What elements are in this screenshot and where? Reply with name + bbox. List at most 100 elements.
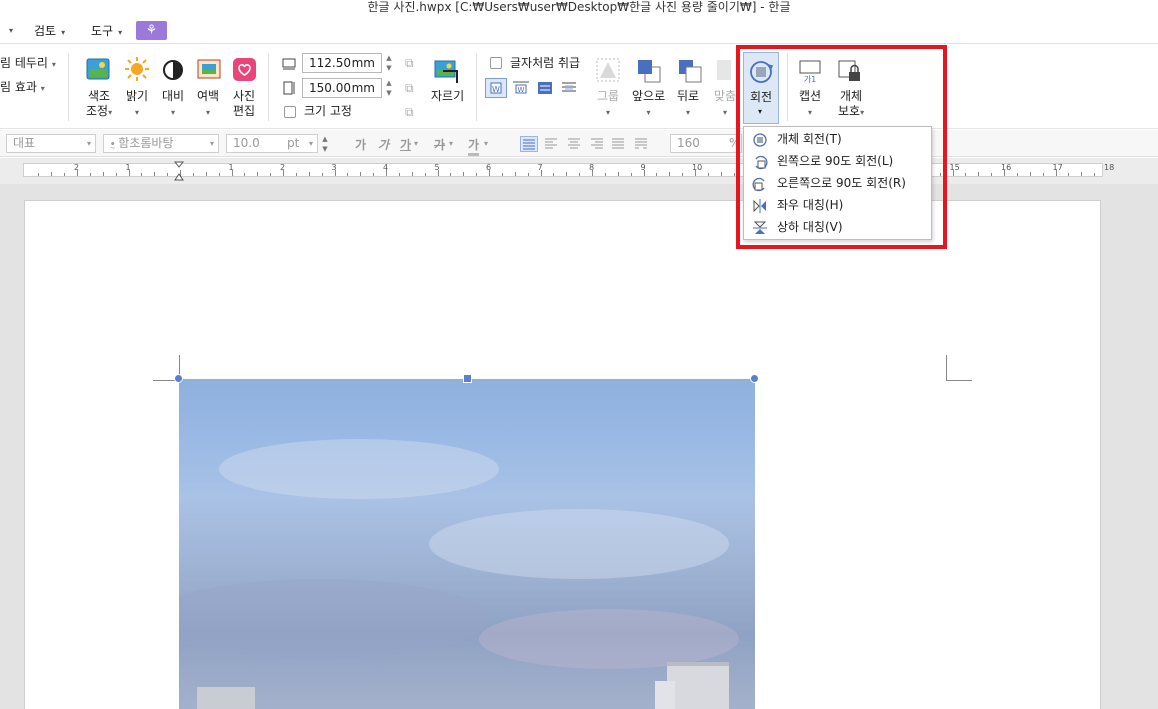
building-shape bbox=[667, 662, 729, 709]
contrast-button[interactable]: 대비 ▾ bbox=[162, 89, 184, 120]
ruler-tick bbox=[733, 173, 735, 176]
tulip-icon: ⚘ bbox=[145, 23, 158, 38]
same-size-icon[interactable]: ⧉ bbox=[405, 105, 414, 120]
ruler-tick bbox=[167, 173, 169, 176]
font-select[interactable]: ꔸ 함초롬바탕 ▾ bbox=[103, 134, 219, 153]
align-label: 맞춤 bbox=[713, 89, 737, 103]
menu-tools-label: 도구 bbox=[91, 24, 114, 38]
photo-edit-icon[interactable] bbox=[233, 58, 256, 81]
crop-icon[interactable] bbox=[433, 59, 461, 85]
align-button[interactable]: 맞춤 ▾ bbox=[713, 89, 737, 120]
photo-edit-label-2: 편집 bbox=[233, 104, 256, 118]
same-height-icon[interactable]: ⧉ bbox=[405, 81, 414, 96]
underline-button[interactable]: 가 bbox=[400, 136, 411, 153]
ruler-tick bbox=[707, 173, 709, 176]
resize-handle-top-right[interactable] bbox=[750, 374, 759, 383]
ruler-number: 17 bbox=[1052, 163, 1063, 172]
ruler-tick bbox=[257, 172, 259, 176]
line-spacing-input[interactable]: 160% bbox=[670, 134, 742, 153]
building-shape bbox=[197, 687, 255, 709]
wrap-front-icon[interactable] bbox=[535, 79, 555, 97]
bold-button[interactable]: 가 bbox=[355, 136, 366, 153]
ruler-tick bbox=[1029, 172, 1031, 176]
bring-forward-button[interactable]: 앞으로 ▾ bbox=[632, 89, 665, 120]
ruler-tick bbox=[51, 172, 53, 176]
menu-prev-chevron[interactable]: ▾ bbox=[4, 22, 13, 36]
contrast-icon[interactable] bbox=[162, 59, 184, 81]
send-backward-icon[interactable] bbox=[677, 58, 703, 84]
indent-marker-icon[interactable] bbox=[173, 161, 185, 181]
ruler-tick bbox=[617, 172, 619, 176]
ruler-number: 2 bbox=[280, 163, 286, 172]
send-backward-button[interactable]: 뒤로 ▾ bbox=[677, 89, 699, 120]
resize-handle-top[interactable] bbox=[463, 374, 472, 383]
group-button[interactable]: 그룹 ▾ bbox=[597, 89, 619, 120]
width-spinner[interactable]: ▲ ▼ bbox=[384, 78, 394, 98]
brightness-icon[interactable] bbox=[125, 57, 149, 81]
contrast-label: 대비 bbox=[162, 89, 185, 103]
wrap-behind-icon[interactable] bbox=[559, 79, 579, 97]
text-color-dropdown-icon[interactable]: ▾ bbox=[484, 139, 488, 148]
height-input[interactable]: 112.50 mm bbox=[302, 53, 382, 73]
brightness-button[interactable]: 밝기 ▾ bbox=[126, 89, 148, 120]
wrap-inline-icon[interactable]: W bbox=[485, 78, 507, 98]
photo-edit-button[interactable]: 사진 편집 bbox=[233, 89, 255, 119]
group-icon[interactable] bbox=[596, 58, 620, 84]
menu-tools[interactable]: 도구 ▾ bbox=[91, 22, 122, 39]
brightness-label: 밝기 bbox=[126, 89, 149, 103]
text-color-button[interactable]: 가 bbox=[468, 136, 480, 156]
color-adjust-label[interactable]: 색조 조정▾ bbox=[86, 89, 112, 120]
width-unit: mm bbox=[351, 81, 375, 95]
ruler-number: 1 bbox=[228, 163, 234, 172]
align-icon[interactable] bbox=[713, 58, 735, 84]
align-distribute-icon[interactable] bbox=[610, 137, 626, 151]
same-width-icon[interactable]: ⧉ bbox=[405, 56, 414, 71]
strike-dropdown-icon[interactable]: ▾ bbox=[449, 139, 453, 148]
font-size-input[interactable]: 10.0 pt ▾ bbox=[226, 134, 318, 153]
width-input[interactable]: 150.00 mm bbox=[302, 78, 382, 98]
bring-forward-icon[interactable] bbox=[636, 58, 662, 84]
ruler-tick bbox=[295, 173, 297, 176]
fix-size-checkbox[interactable] bbox=[284, 106, 296, 118]
ruler-tick bbox=[89, 173, 91, 176]
ruler-tick bbox=[978, 172, 980, 176]
picture-border-button[interactable]: 림 테두리 ▾ bbox=[0, 56, 56, 72]
ruler-tick bbox=[553, 173, 555, 176]
special-tool-button[interactable]: ⚘ bbox=[136, 21, 167, 40]
margin-button[interactable]: 여백 ▾ bbox=[197, 89, 219, 120]
crop-button[interactable]: 자르기 bbox=[431, 89, 464, 104]
ruler-tick bbox=[527, 173, 529, 176]
align-split-icon[interactable] bbox=[633, 137, 649, 151]
ruler-tick bbox=[154, 172, 156, 176]
style-select[interactable]: 대표 ▾ bbox=[6, 134, 96, 153]
underline-dropdown-icon[interactable]: ▾ bbox=[414, 139, 418, 148]
selected-photo[interactable] bbox=[179, 379, 755, 709]
picture-effect-button[interactable]: 림 효과 ▾ bbox=[0, 80, 45, 96]
font-size-unit: pt bbox=[287, 136, 300, 150]
ruler-tick bbox=[308, 172, 310, 176]
color-adjust-icon[interactable] bbox=[86, 58, 110, 80]
photo-edit-label-1: 사진 bbox=[233, 89, 256, 103]
align-center-icon[interactable] bbox=[566, 137, 582, 151]
align-left-icon[interactable] bbox=[543, 137, 559, 151]
formatting-bar: 대표 ▾ ꔸ 함초롬바탕 ▾ 10.0 pt ▾ ▲ ▼ 가 가 가 ▾ 가 ▾ 가 ▾ … bbox=[0, 130, 1158, 157]
ruler-tick bbox=[579, 173, 581, 176]
ruler-number: 7 bbox=[537, 163, 543, 172]
ruler-number: 9 bbox=[640, 163, 646, 172]
resize-handle-top-left[interactable] bbox=[174, 374, 183, 383]
ruler-tick bbox=[1068, 173, 1070, 176]
ruler-number: 3 bbox=[331, 163, 337, 172]
style-value: 대표 bbox=[13, 136, 36, 150]
align-justify-icon[interactable] bbox=[520, 136, 538, 152]
italic-button[interactable]: 가 bbox=[378, 136, 389, 153]
strikethrough-button[interactable]: 가 bbox=[434, 136, 445, 153]
font-size-spinner[interactable]: ▲ ▼ bbox=[320, 134, 330, 153]
align-right-icon[interactable] bbox=[589, 137, 605, 151]
treat-as-char-checkbox[interactable] bbox=[490, 57, 502, 69]
line-spacing-value: 160 bbox=[677, 136, 700, 150]
margin-icon[interactable] bbox=[197, 59, 221, 79]
wrap-square-icon[interactable]: W bbox=[511, 79, 531, 97]
height-spinner[interactable]: ▲ ▼ bbox=[384, 53, 394, 73]
bring-forward-label: 앞으로 bbox=[632, 89, 666, 103]
menu-review[interactable]: 검토 ▾ bbox=[34, 22, 65, 39]
